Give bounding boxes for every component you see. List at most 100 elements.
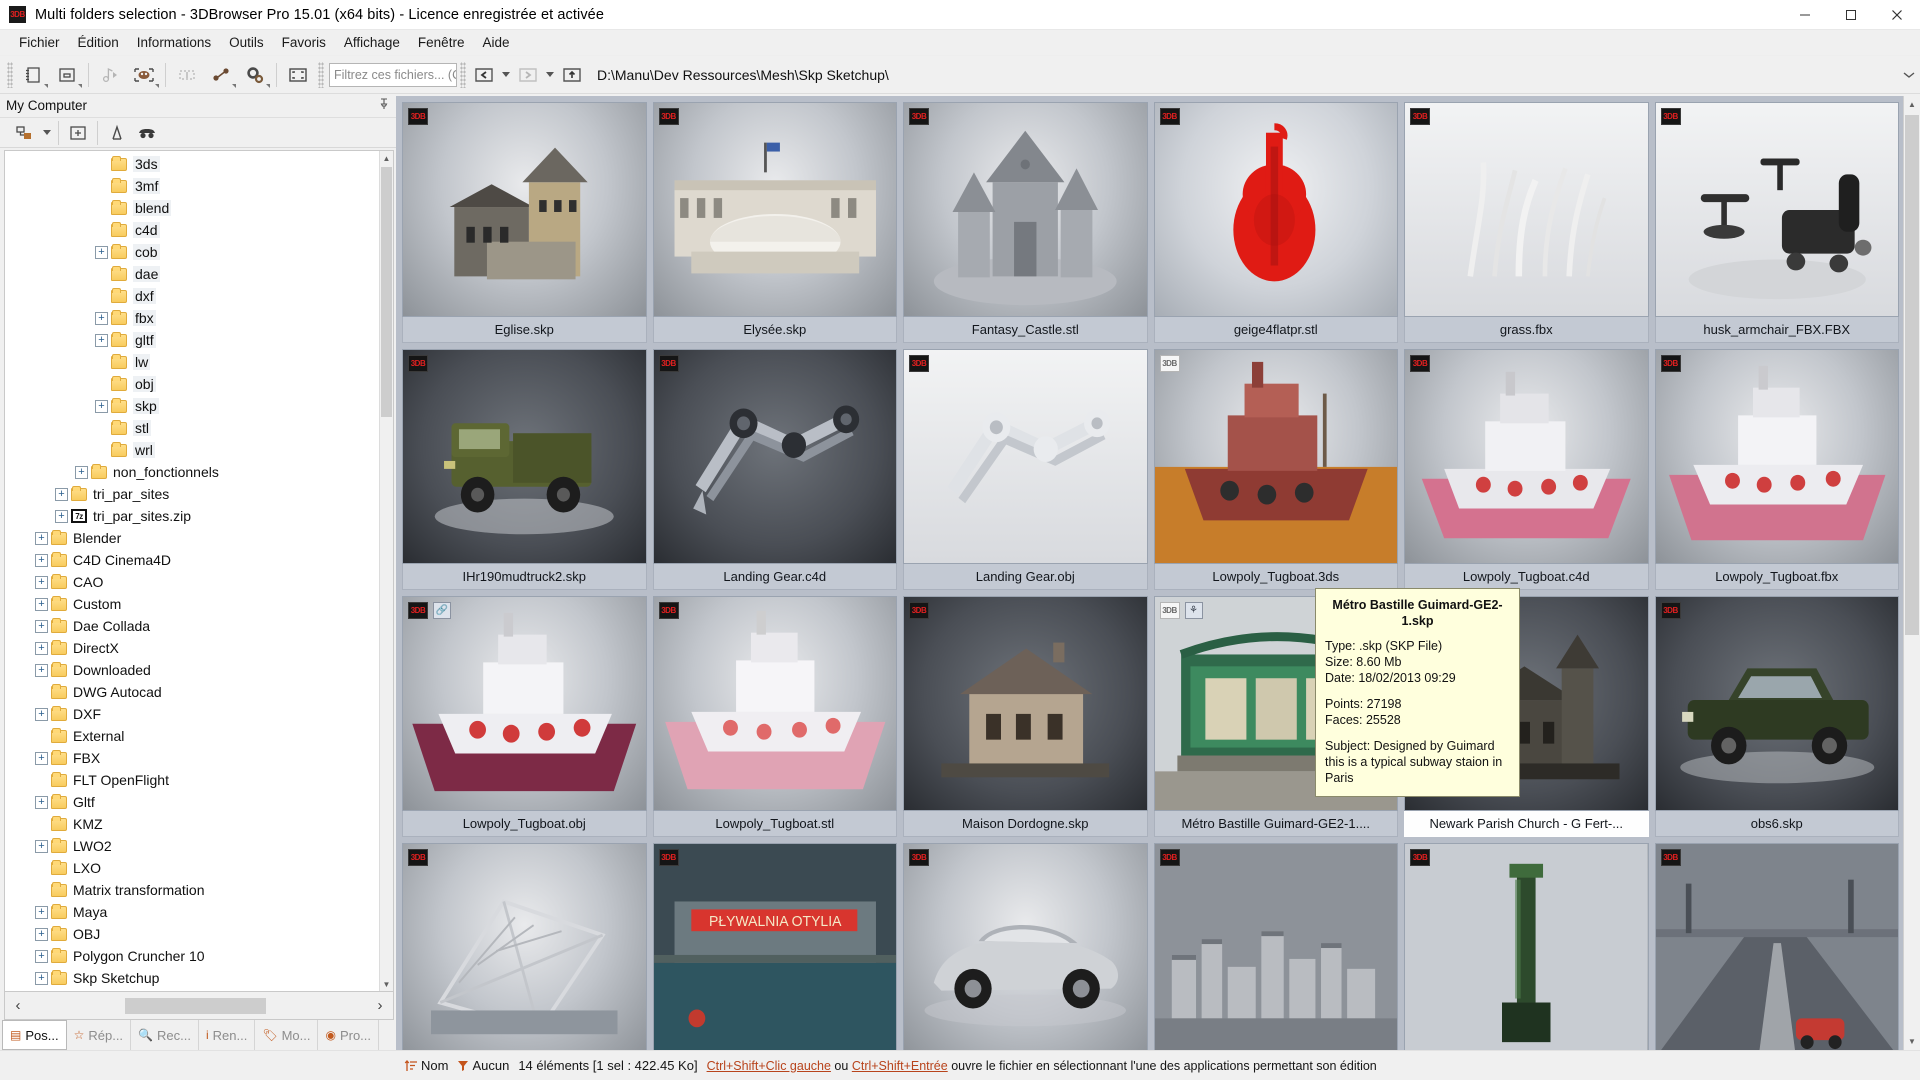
tree-item[interactable]: + DirectX	[5, 637, 379, 659]
thumbnail-preview[interactable]: 3DB	[1404, 843, 1649, 1050]
tree-expand-icon[interactable]: +	[35, 663, 48, 677]
thumbnail-caption[interactable]: Lowpoly_Tugboat.c4d	[1404, 564, 1649, 590]
thumbnail-cell[interactable]: 3DB IHr190mudtruck2.skp	[402, 349, 647, 590]
tree-item[interactable]: + CAO	[5, 571, 379, 593]
thumbnail-caption[interactable]: grass.fbx	[1404, 317, 1649, 343]
thumbnail-cell[interactable]: 3DB obs6.skp	[1654, 596, 1899, 837]
tree-item[interactable]: dae	[5, 263, 379, 285]
tree-expand-icon[interactable]: +	[35, 795, 48, 809]
thumbnail-preview[interactable]: 3DB	[652, 596, 897, 811]
left-tab-mo[interactable]: 🏷 Mo...	[255, 1020, 319, 1050]
tree-item[interactable]: + Maya	[5, 901, 379, 923]
thumbnail-cell[interactable]: 3DB Fantasy_Castle.stl	[903, 102, 1148, 343]
tree-item[interactable]: + cob	[5, 241, 379, 263]
left-tab-rp[interactable]: ☆ Rép...	[67, 1020, 132, 1050]
tree-expand-icon[interactable]: +	[35, 905, 48, 919]
tree-expand-icon[interactable]: +	[35, 927, 48, 941]
thumbnail-caption[interactable]: Fantasy_Castle.stl	[903, 317, 1148, 343]
tree-item[interactable]: External	[5, 725, 379, 747]
path-input[interactable]: D:\Manu\Dev Ressources\Mesh\Skp Sketchup…	[587, 61, 1898, 88]
thumbnail-caption[interactable]: Lowpoly_Tugboat.3ds	[1153, 564, 1398, 590]
thumbnail-cell[interactable]: 3DB Lowpoly_Tugboat.stl	[652, 596, 897, 837]
menu-item-favoris[interactable]: Favoris	[273, 32, 335, 53]
grid-scroll-up-icon[interactable]: ▲	[1904, 96, 1920, 113]
folder-view-icon[interactable]	[10, 120, 40, 146]
thumbnail-caption[interactable]: IHr190mudtruck2.skp	[402, 564, 647, 590]
back-dropdown-icon[interactable]	[499, 61, 513, 89]
thumbnail-preview[interactable]: 3DB	[903, 596, 1148, 811]
tree-item[interactable]: + fbx	[5, 307, 379, 329]
toolbar-grip-2[interactable]	[318, 61, 324, 88]
tree-expand-icon[interactable]: +	[35, 949, 48, 963]
back-button[interactable]	[469, 61, 499, 89]
tree-item[interactable]: DWG Autocad	[5, 681, 379, 703]
thumbnail-preview[interactable]: 3DB	[1654, 596, 1899, 811]
thumbnail-cell[interactable]: 3DB Landing Gear.obj	[903, 349, 1148, 590]
fullscreen-icon[interactable]	[281, 60, 315, 90]
thumbnail-caption[interactable]: Landing Gear.obj	[903, 564, 1148, 590]
thumbnail-cell[interactable]: 3DB geige4flatpr.stl	[1153, 102, 1398, 343]
tree-item[interactable]: 3ds	[5, 153, 379, 175]
tree-item[interactable]: + tri_par_sites	[5, 483, 379, 505]
tree-expand-icon[interactable]: +	[35, 575, 48, 589]
thumbnail-preview[interactable]: 3DB	[652, 102, 897, 317]
tree-item[interactable]: + Skp Sketchup	[5, 967, 379, 989]
maximize-button[interactable]	[1828, 0, 1874, 30]
tree-horizontal-scrollbar[interactable]: ‹ ›	[4, 992, 394, 1020]
toolbar-grip[interactable]	[7, 61, 13, 88]
tree-item[interactable]: + Blender	[5, 527, 379, 549]
thumbnail-cell[interactable]: 3DB	[1654, 843, 1899, 1050]
tree-item[interactable]: blend	[5, 197, 379, 219]
path-dropdown-icon[interactable]	[1898, 60, 1920, 90]
music-note-icon[interactable]	[93, 60, 127, 90]
grid-vertical-scrollbar[interactable]: ▲ ▼	[1903, 96, 1920, 1050]
tree-item[interactable]: FLT OpenFlight	[5, 769, 379, 791]
thumbnail-caption[interactable]: husk_armchair_FBX.FBX	[1654, 317, 1899, 343]
filter-funnel-icon[interactable]	[102, 120, 132, 146]
tree-expand-icon[interactable]: +	[35, 971, 48, 985]
thumbnail-cell[interactable]: 3DB 🔗 Lowpoly_Tugboat.obj	[402, 596, 647, 837]
sort-icon[interactable]	[404, 1059, 418, 1073]
menu-item-affichage[interactable]: Affichage	[335, 32, 409, 53]
tree-item[interactable]: Matrix transformation	[5, 879, 379, 901]
thumbnail-preview[interactable]: PŁYWALNIA OTYLIA 3DB	[652, 843, 897, 1050]
settings-gears-icon[interactable]	[238, 60, 272, 90]
tree-expand-icon[interactable]: +	[95, 245, 108, 259]
tree-item[interactable]: obj	[5, 373, 379, 395]
hscroll-right-icon[interactable]: ›	[367, 993, 393, 1019]
thumbnail-cell[interactable]: 3DB Lowpoly_Tugboat.3ds	[1153, 349, 1398, 590]
share-node-icon[interactable]	[204, 60, 238, 90]
thumbnail-preview[interactable]: 3DB	[1153, 102, 1398, 317]
thumbnail-preview[interactable]: 3DB	[1404, 349, 1649, 564]
thumbnail-cell[interactable]: 3DB	[402, 843, 647, 1050]
thumbnail-preview[interactable]: 3DB	[1654, 102, 1899, 317]
forward-dropdown-icon[interactable]	[543, 61, 557, 89]
tree-expand-icon[interactable]: +	[75, 465, 88, 479]
tree-expand-icon[interactable]: +	[35, 707, 48, 721]
tree-item[interactable]: + non_fonctionnels	[5, 461, 379, 483]
new-folder-icon[interactable]	[63, 120, 93, 146]
thumbnail-caption[interactable]: Lowpoly_Tugboat.stl	[652, 811, 897, 837]
grid-scroll-down-icon[interactable]: ▼	[1904, 1033, 1920, 1050]
thumbnail-caption[interactable]: Métro Bastille Guimard-GE2-1....	[1153, 811, 1398, 837]
tree-item[interactable]: lw	[5, 351, 379, 373]
preview-3d-icon[interactable]	[127, 60, 161, 90]
thumbnail-preview[interactable]: 3DB	[652, 349, 897, 564]
thumbnail-preview[interactable]: 3DB	[402, 843, 647, 1050]
tree-item[interactable]: c4d	[5, 219, 379, 241]
thumbnail-cell[interactable]: 3DB Lowpoly_Tugboat.fbx	[1654, 349, 1899, 590]
thumbnail-cell[interactable]: 3DB grass.fbx	[1404, 102, 1649, 343]
thumbnail-cell[interactable]: 3DB	[1404, 843, 1649, 1050]
folder-tree[interactable]: 3ds 3mf blend c4d + cob dae dxf + fbx + gltf lw obj + s…	[4, 150, 394, 992]
tree-expand-icon[interactable]: +	[95, 311, 108, 325]
tree-expand-icon[interactable]: +	[35, 531, 48, 545]
tree-item[interactable]: + gltf	[5, 329, 379, 351]
tree-vertical-scrollbar[interactable]: ▲ ▼	[379, 151, 393, 991]
menu-item-aide[interactable]: Aide	[473, 32, 518, 53]
tree-expand-icon[interactable]: +	[95, 333, 108, 347]
tree-scroll-up-icon[interactable]: ▲	[380, 151, 393, 165]
tree-item[interactable]: + C4D Cinema4D	[5, 549, 379, 571]
tree-item[interactable]: + LWO2	[5, 835, 379, 857]
thumbnail-cell[interactable]: 3DB Landing Gear.c4d	[652, 349, 897, 590]
thumbnail-preview[interactable]: 3DB 🔗	[402, 596, 647, 811]
